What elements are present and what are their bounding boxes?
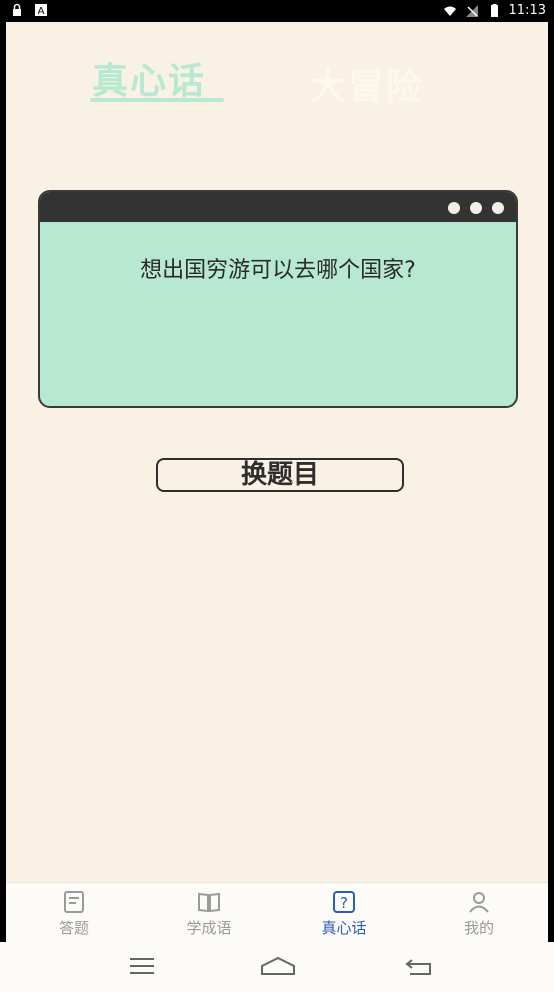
quiz-icon xyxy=(64,891,84,913)
card-header-bar xyxy=(40,192,516,222)
status-time: 11:13 xyxy=(508,3,546,18)
nav-item-quiz[interactable]: 答题 xyxy=(29,889,119,938)
profile-icon xyxy=(469,892,489,913)
svg-text:?: ? xyxy=(340,894,348,912)
app-content: 真心话 大冒险 想出国穷游可以去哪个国家? 换题目 xyxy=(6,22,548,882)
nav-label-idioms: 学成语 xyxy=(186,919,232,937)
home-icon[interactable] xyxy=(260,954,296,978)
switch-question-button[interactable]: 换题目 xyxy=(156,458,404,492)
nav-label-profile: 我的 xyxy=(463,919,494,937)
nav-label-truth: 真心话 xyxy=(321,919,367,937)
bottom-nav: 答题 学成语 ? 真心话 我的 xyxy=(6,882,548,943)
window-dot-icon xyxy=(448,202,460,214)
question-icon: ? xyxy=(333,891,355,913)
battery-icon xyxy=(490,3,498,17)
svg-text:A: A xyxy=(38,6,45,17)
nav-item-idioms[interactable]: 学成语 xyxy=(164,889,254,938)
question-text: 想出国穷游可以去哪个国家? xyxy=(140,258,416,283)
back-icon[interactable] xyxy=(404,954,434,978)
tab-truth-underline xyxy=(90,98,224,102)
question-card: 想出国穷游可以去哪个国家? xyxy=(38,190,518,408)
tab-truth[interactable]: 真心话 xyxy=(92,52,206,104)
tab-dare[interactable]: 大冒险 xyxy=(310,58,424,110)
wifi-icon xyxy=(443,6,456,16)
window-dot-icon xyxy=(492,202,504,214)
nav-label-quiz: 答题 xyxy=(58,919,89,937)
nav-item-profile[interactable]: 我的 xyxy=(434,889,524,938)
mode-tabs: 真心话 大冒险 xyxy=(6,52,548,122)
a-icon: A xyxy=(35,4,47,17)
lock-icon xyxy=(13,3,21,16)
menu-icon[interactable] xyxy=(128,954,156,978)
book-icon xyxy=(198,892,220,913)
status-bar: A 11:13 xyxy=(0,0,554,22)
nav-item-truth[interactable]: ? 真心话 xyxy=(299,889,389,938)
window-dot-icon xyxy=(470,202,482,214)
system-navigation-bar xyxy=(0,942,554,992)
signal-icon xyxy=(465,4,478,17)
